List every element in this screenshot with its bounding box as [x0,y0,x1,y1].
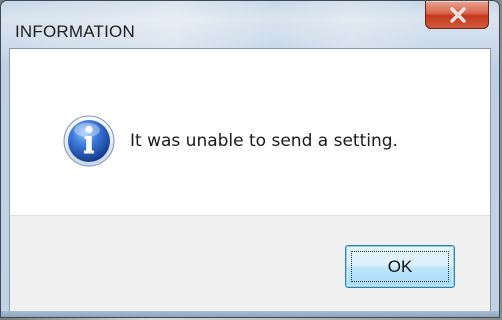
window-frame-bottom [1,311,499,317]
dialog-body: It was unable to send a setting. OK [9,48,491,313]
ok-button-label: OK [387,256,413,276]
window-title: INFORMATION [15,22,135,41]
info-icon [63,115,115,167]
information-dialog: INFORMATION It was unable to send a sett… [0,0,500,318]
ok-button[interactable]: OK [345,245,455,288]
message-text: It was unable to send a setting. [130,131,398,151]
close-x-icon [450,7,466,23]
message-area: It was unable to send a setting. [10,49,490,216]
button-bar: OK [10,215,490,312]
close-button[interactable] [425,1,489,29]
title-bar[interactable]: INFORMATION [1,1,499,48]
